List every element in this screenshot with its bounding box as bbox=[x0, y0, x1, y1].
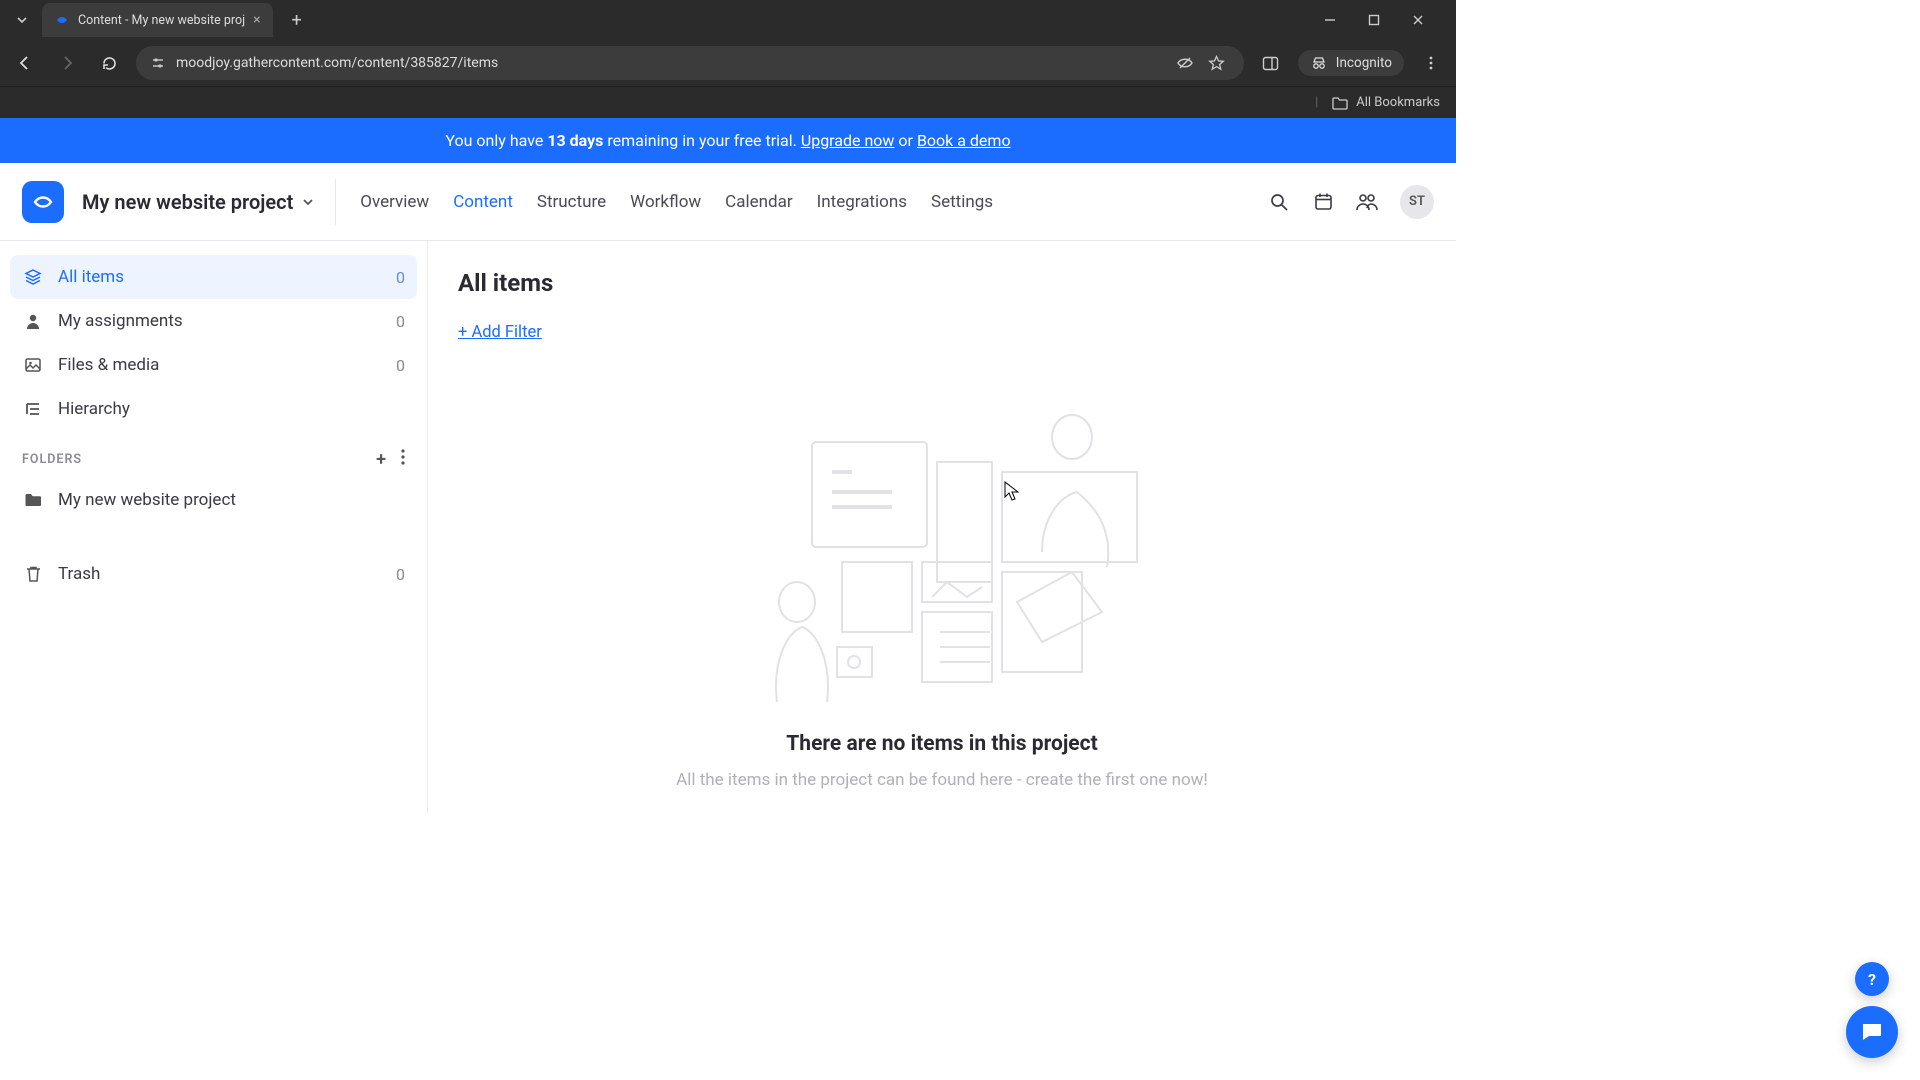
reload-button[interactable] bbox=[94, 48, 124, 78]
incognito-label: Incognito bbox=[1336, 55, 1392, 71]
eye-off-icon[interactable] bbox=[1176, 54, 1198, 72]
empty-illustration bbox=[742, 402, 1142, 712]
site-settings-icon[interactable] bbox=[150, 55, 166, 71]
main-content: All items + Add Filter bbox=[428, 241, 1456, 813]
folder-icon bbox=[1332, 96, 1348, 110]
project-selector[interactable]: My new website project bbox=[82, 179, 336, 225]
page-title: All items bbox=[458, 269, 1426, 297]
hierarchy-icon bbox=[22, 400, 44, 418]
address-bar[interactable]: moodjoy.gathercontent.com/content/385827… bbox=[136, 46, 1244, 80]
sidebar-item-label: My assignments bbox=[58, 311, 183, 331]
banner-days: 13 days bbox=[547, 131, 603, 150]
sidebar-item-trash[interactable]: Trash 0 bbox=[10, 552, 417, 596]
project-name: My new website project bbox=[82, 190, 293, 214]
banner-middle: remaining in your free trial. bbox=[603, 131, 800, 150]
forward-button[interactable] bbox=[52, 48, 82, 78]
browser-menu-icon[interactable] bbox=[1416, 48, 1446, 78]
maximize-icon[interactable] bbox=[1368, 14, 1392, 26]
incognito-icon bbox=[1310, 54, 1328, 72]
stack-icon bbox=[22, 268, 44, 286]
trial-banner: You only have 13 days remaining in your … bbox=[0, 118, 1456, 163]
sidebar-item-files[interactable]: Files & media 0 bbox=[10, 343, 417, 387]
bookmarks-divider: | bbox=[1315, 95, 1318, 110]
folders-header: FOLDERS + bbox=[10, 431, 417, 478]
back-button[interactable] bbox=[10, 48, 40, 78]
add-filter-button[interactable]: + Add Filter bbox=[458, 323, 542, 342]
sidebar-item-count: 0 bbox=[396, 356, 405, 375]
browser-tab[interactable]: Content - My new website proj × bbox=[42, 3, 273, 37]
main-nav: Overview Content Structure Workflow Cale… bbox=[360, 192, 993, 212]
banner-or: or bbox=[894, 131, 916, 150]
sidebar-item-label: Trash bbox=[58, 564, 100, 584]
incognito-indicator[interactable]: Incognito bbox=[1298, 50, 1404, 76]
nav-workflow[interactable]: Workflow bbox=[630, 192, 701, 212]
side-panel-icon[interactable] bbox=[1256, 48, 1286, 78]
chevron-down-icon bbox=[301, 195, 315, 209]
all-bookmarks-link[interactable]: All Bookmarks bbox=[1356, 95, 1440, 110]
sidebar-item-assignments[interactable]: My assignments 0 bbox=[10, 299, 417, 343]
bookmark-star-icon[interactable] bbox=[1208, 55, 1230, 72]
folder-menu-icon[interactable] bbox=[401, 449, 405, 470]
chat-button[interactable] bbox=[1846, 1006, 1898, 1058]
empty-state-subtitle: All the items in the project can be foun… bbox=[458, 770, 1426, 790]
nav-settings[interactable]: Settings bbox=[931, 192, 993, 212]
sidebar-item-label: Files & media bbox=[58, 355, 159, 375]
search-icon[interactable] bbox=[1268, 191, 1290, 213]
help-question-button[interactable]: ? bbox=[1855, 962, 1889, 996]
sidebar-item-count: 0 bbox=[396, 312, 405, 331]
sidebar-item-label: All items bbox=[58, 267, 124, 287]
calendar-icon[interactable] bbox=[1312, 191, 1334, 213]
nav-calendar[interactable]: Calendar bbox=[725, 192, 792, 212]
sidebar-item-all-items[interactable]: All items 0 bbox=[10, 255, 417, 299]
trash-icon bbox=[22, 565, 44, 583]
add-folder-icon[interactable]: + bbox=[376, 449, 387, 470]
book-demo-link[interactable]: Book a demo bbox=[917, 131, 1011, 150]
people-icon[interactable] bbox=[1356, 191, 1378, 213]
sidebar-item-hierarchy[interactable]: Hierarchy bbox=[10, 387, 417, 431]
empty-state-title: There are no items in this project bbox=[458, 732, 1426, 756]
folders-header-label: FOLDERS bbox=[22, 452, 82, 467]
new-tab-button[interactable]: + bbox=[283, 6, 311, 34]
sidebar-item-label: My new website project bbox=[58, 490, 236, 510]
app-logo[interactable] bbox=[22, 181, 64, 223]
sidebar-item-count: 0 bbox=[396, 565, 405, 584]
upgrade-now-link[interactable]: Upgrade now bbox=[801, 131, 895, 150]
nav-overview[interactable]: Overview bbox=[360, 192, 429, 212]
image-icon bbox=[22, 356, 44, 374]
tab-favicon bbox=[54, 12, 70, 28]
person-icon bbox=[22, 312, 44, 330]
banner-prefix: You only have bbox=[445, 131, 547, 150]
nav-structure[interactable]: Structure bbox=[537, 192, 606, 212]
nav-content[interactable]: Content bbox=[453, 192, 513, 212]
user-avatar[interactable]: ST bbox=[1400, 185, 1434, 219]
sidebar-folder-item[interactable]: My new website project bbox=[10, 478, 417, 522]
nav-integrations[interactable]: Integrations bbox=[817, 192, 907, 212]
tab-title: Content - My new website proj bbox=[78, 13, 245, 28]
minimize-icon[interactable] bbox=[1324, 14, 1348, 26]
close-window-icon[interactable] bbox=[1412, 14, 1436, 26]
sidebar-item-label: Hierarchy bbox=[58, 399, 130, 419]
folder-icon bbox=[22, 492, 44, 508]
sidebar-item-count: 0 bbox=[396, 268, 405, 287]
empty-state: There are no items in this project All t… bbox=[458, 402, 1426, 790]
tab-list-dropdown[interactable] bbox=[8, 6, 36, 34]
tab-close-icon[interactable]: × bbox=[253, 12, 260, 28]
url-text: moodjoy.gathercontent.com/content/385827… bbox=[176, 55, 1166, 71]
sidebar: All items 0 My assignments 0 Files & med… bbox=[0, 241, 428, 813]
